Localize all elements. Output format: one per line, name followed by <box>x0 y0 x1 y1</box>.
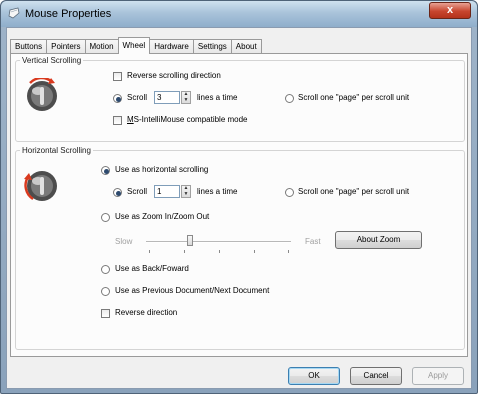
vertical-lines-spinner[interactable]: ▲ ▼ <box>181 91 191 104</box>
dialog-client: Buttons Pointers Motion Wheel Hardware S… <box>6 27 472 389</box>
use-back-forward-radio[interactable] <box>101 265 110 274</box>
vertical-wheel-icon <box>27 78 57 111</box>
horizontal-scroll-page-radio[interactable] <box>285 188 294 197</box>
tab-motion[interactable]: Motion <box>84 39 118 54</box>
use-horizontal-scrolling-label: Use as horizontal scrolling <box>115 165 209 174</box>
zoom-tick <box>184 250 185 253</box>
use-zoom-label: Use as Zoom In/Zoom Out <box>115 212 210 221</box>
zoom-speed-thumb[interactable] <box>186 235 193 246</box>
vertical-scroll-lines-radio[interactable] <box>113 94 122 103</box>
zoom-fast-label: Fast <box>305 237 321 246</box>
mouse-icon <box>8 7 20 19</box>
zoom-tick <box>288 250 289 253</box>
horizontal-scroll-lines-radio[interactable] <box>113 188 122 197</box>
zoom-slow-label: Slow <box>115 237 133 246</box>
tab-about[interactable]: About <box>230 39 262 54</box>
ok-button[interactable]: OK <box>288 367 340 385</box>
tab-pointers[interactable]: Pointers <box>46 39 85 54</box>
horizontal-scroll-label: Scroll <box>127 187 148 196</box>
reverse-horizontal-checkbox[interactable] <box>101 309 110 318</box>
close-button[interactable]: x <box>429 2 471 19</box>
vertical-scrolling-legend: Vertical Scrolling <box>22 56 82 65</box>
reverse-vertical-label: Reverse scrolling direction <box>127 71 221 80</box>
apply-button[interactable]: Apply <box>412 367 464 385</box>
tab-buttons[interactable]: Buttons <box>10 39 47 54</box>
apply-label: Apply <box>427 371 448 380</box>
reverse-horizontal-label: Reverse direction <box>115 308 178 317</box>
tab-hardware[interactable]: Hardware <box>150 39 193 54</box>
close-icon: x <box>446 4 454 16</box>
zoom-tick <box>149 250 150 253</box>
tab-settings[interactable]: Settings <box>192 39 231 54</box>
wheel-tab-panel: Vertical Scrolling Reverse scrolling dir… <box>10 53 468 357</box>
intellimouse-mode-checkbox[interactable] <box>113 116 122 125</box>
zoom-speed-track[interactable] <box>146 241 291 243</box>
tab-wheel[interactable]: Wheel <box>117 37 151 54</box>
use-back-forward-label: Use as Back/Foward <box>115 264 189 273</box>
spin-down-icon[interactable]: ▼ <box>182 98 190 103</box>
vertical-lines-input[interactable]: 3 <box>154 91 180 104</box>
cancel-button[interactable]: Cancel <box>350 367 402 385</box>
tab-strip: Buttons Pointers Motion Wheel Hardware S… <box>10 37 262 54</box>
about-zoom-label: About Zoom <box>356 235 401 244</box>
use-horizontal-scrolling-radio[interactable] <box>101 166 110 175</box>
horizontal-lines-unit: lines a time <box>197 187 238 196</box>
horizontal-wheel-icon <box>24 171 57 201</box>
reverse-vertical-checkbox[interactable] <box>113 72 122 81</box>
vertical-scroll-label: Scroll <box>127 93 148 102</box>
window-title: Mouse Properties <box>25 8 112 20</box>
horizontal-lines-spinner[interactable]: ▲ ▼ <box>181 185 191 198</box>
title-bar[interactable]: Mouse Properties x <box>1 1 477 27</box>
horizontal-scrolling-legend: Horizontal Scrolling <box>22 146 91 155</box>
use-prev-next-document-radio[interactable] <box>101 287 110 296</box>
spin-down-icon[interactable]: ▼ <box>182 192 190 197</box>
use-prev-next-document-label: Use as Previous Document/Next Document <box>115 286 270 295</box>
zoom-tick <box>254 250 255 253</box>
use-zoom-radio[interactable] <box>101 213 110 222</box>
intellimouse-mode-label: MS-IntelliMouse compatible mode <box>127 115 248 124</box>
horizontal-lines-input[interactable]: 1 <box>154 185 180 198</box>
vertical-scroll-page-radio[interactable] <box>285 94 294 103</box>
zoom-tick <box>219 250 220 253</box>
vertical-scroll-page-label: Scroll one "page" per scroll unit <box>298 93 410 102</box>
ok-label: OK <box>308 371 320 380</box>
vertical-lines-unit: lines a time <box>197 93 238 102</box>
mouse-properties-window: Mouse Properties x Buttons Pointers Moti… <box>0 0 478 394</box>
about-zoom-button[interactable]: About Zoom <box>335 231 422 249</box>
cancel-label: Cancel <box>363 371 389 380</box>
horizontal-scroll-page-label: Scroll one "page" per scroll unit <box>298 187 410 196</box>
